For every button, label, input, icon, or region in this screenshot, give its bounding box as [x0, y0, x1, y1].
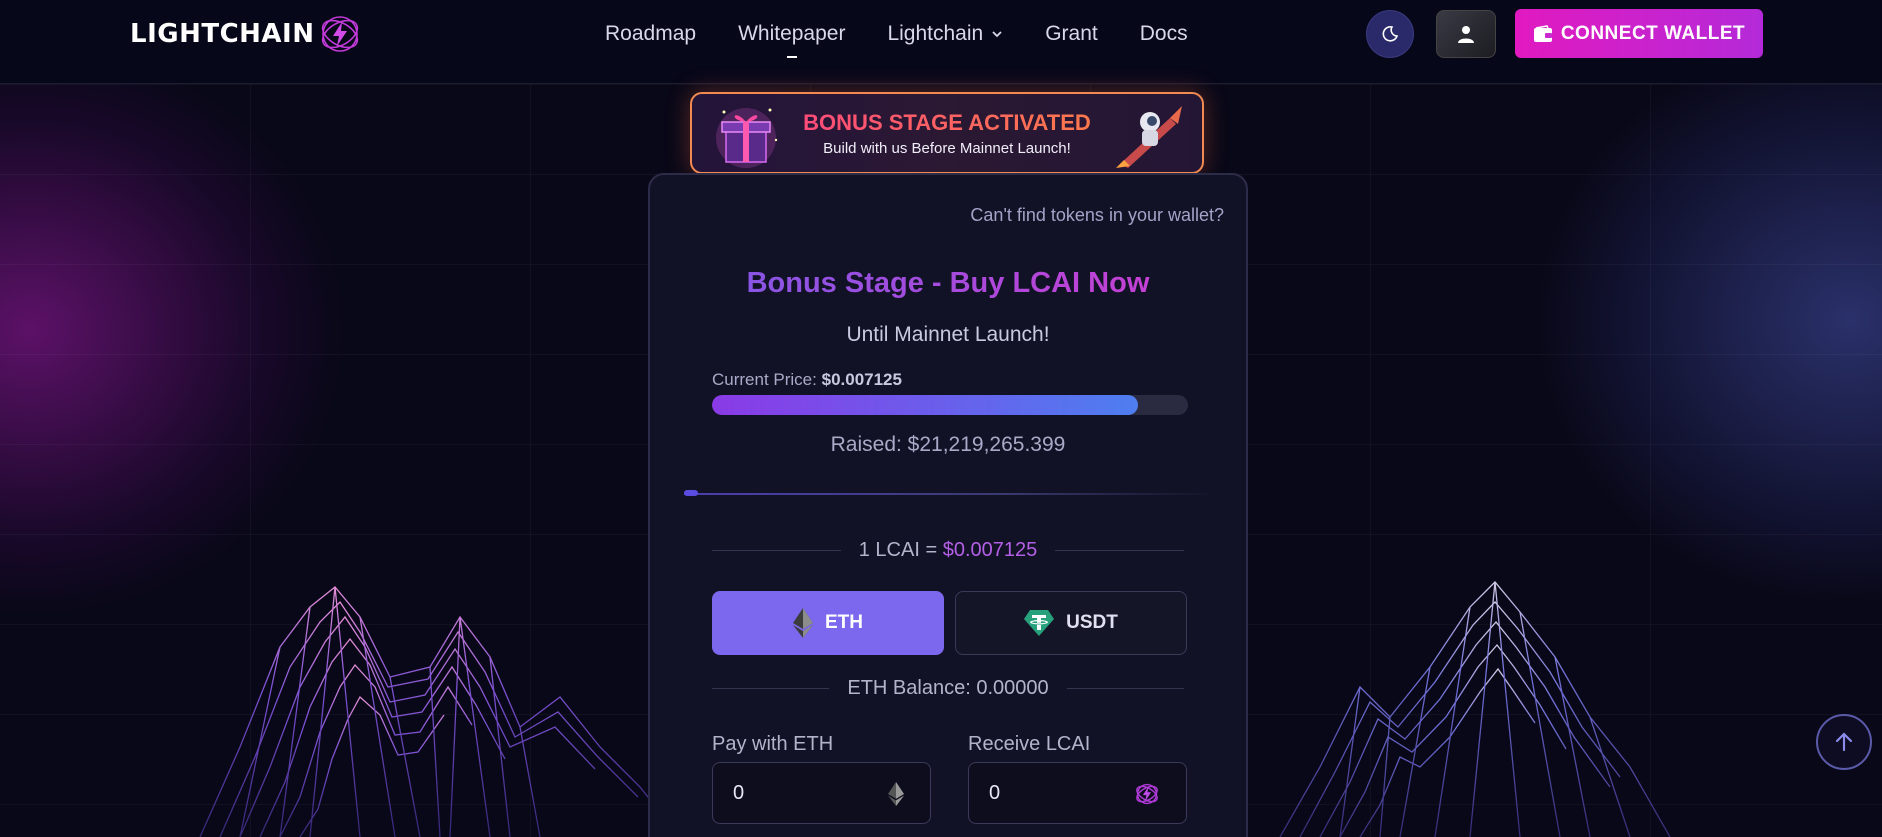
nav-roadmap-label: Roadmap — [605, 22, 697, 45]
token-usdt-label: USDT — [1066, 612, 1118, 633]
balance-line-right — [1066, 688, 1184, 689]
presale-subtitle: Until Mainnet Launch! — [846, 323, 1050, 346]
nav-lightchain-label: Lightchain — [887, 22, 984, 45]
theme-toggle-button[interactable] — [1366, 10, 1414, 58]
cant-find-tokens-link[interactable]: Can't find tokens in your wallet? — [970, 205, 1224, 226]
pay-amount-input[interactable]: 0 — [712, 762, 931, 824]
eth-icon — [793, 608, 813, 638]
receive-amount-input[interactable]: 0 — [968, 762, 1187, 824]
top-navbar: LIGHTCHAIN Roadmap Whitepaper Lightchain… — [0, 0, 1882, 84]
presale-progress-fill — [712, 395, 1138, 415]
nav-docs[interactable]: Docs — [1119, 0, 1209, 68]
token-eth-label: ETH — [825, 612, 863, 633]
nav-grant[interactable]: Grant — [1024, 0, 1119, 68]
rate-value: $0.007125 — [942, 539, 1038, 561]
nav-grant-label: Grant — [1045, 22, 1098, 45]
pay-with-label: Pay with ETH — [712, 733, 834, 755]
chevron-down-icon — [992, 31, 1002, 38]
main-nav: Roadmap Whitepaper Lightchain Grant Docs — [584, 0, 1209, 68]
presale-progress-bar — [712, 395, 1188, 415]
receive-amount-value: 0 — [989, 781, 1001, 804]
exchange-rate: 1 LCAI = $0.007125 — [712, 539, 1184, 562]
moon-icon — [1382, 26, 1399, 42]
token-usdt-button[interactable]: USDT — [955, 591, 1187, 655]
raised-amount: Raised: $21,219,265.399 — [830, 433, 1066, 456]
wallet-icon — [1533, 24, 1552, 42]
nav-whitepaper-label: Whitepaper — [738, 22, 846, 45]
current-price-label: Current Price: — [712, 370, 817, 389]
page: LIGHTCHAIN Roadmap Whitepaper Lightchain… — [0, 0, 1882, 837]
nav-lightchain-dropdown[interactable]: Lightchain — [866, 0, 1024, 68]
nav-whitepaper[interactable]: Whitepaper — [717, 0, 866, 68]
usdt-icon — [1024, 610, 1055, 636]
connect-wallet-label: CONNECT WALLET — [1560, 22, 1746, 44]
user-profile-button[interactable] — [1436, 10, 1496, 58]
logo[interactable]: LIGHTCHAIN — [130, 12, 362, 56]
rate-line-left — [712, 550, 841, 551]
current-price-value: $0.007125 — [821, 370, 902, 389]
pay-amount-value: 0 — [733, 781, 745, 804]
nav-docs-label: Docs — [1139, 22, 1188, 45]
scroll-to-top-button[interactable] — [1816, 714, 1872, 770]
eth-icon — [888, 782, 904, 806]
presale-card: Can't find tokens in your wallet? Bonus … — [648, 173, 1248, 837]
arrow-up-icon — [1835, 732, 1853, 752]
balance-line-left — [712, 688, 830, 689]
rate-line-right — [1055, 550, 1184, 551]
rate-label: 1 LCAI = — [858, 539, 938, 561]
divider-dot — [684, 490, 698, 496]
connect-wallet-button[interactable]: CONNECT WALLET — [1515, 9, 1763, 58]
eth-balance: ETH Balance: 0.00000 — [712, 677, 1184, 700]
astronaut-rocket-image — [1116, 106, 1182, 168]
divider — [684, 493, 1216, 495]
receive-label: Receive LCAI — [968, 733, 1091, 755]
rate-text: 1 LCAI = $0.007125 — [859, 539, 1038, 562]
presale-title: Bonus Stage - Buy LCAI Now — [650, 267, 1246, 300]
token-eth-button[interactable]: ETH — [712, 591, 944, 655]
current-price: Current Price: $0.007125 — [712, 370, 902, 390]
bonus-stage-banner[interactable]: BONUS STAGE ACTIVATED Build with us Befo… — [690, 92, 1204, 174]
lcai-token-icon — [1136, 783, 1158, 805]
right-mountain-art — [1279, 581, 1671, 837]
lightchain-logo-icon — [322, 16, 359, 52]
eth-balance-text: ETH Balance: 0.00000 — [847, 677, 1049, 699]
user-icon — [1458, 26, 1474, 43]
left-mountain-art — [199, 586, 681, 837]
logo-text: LIGHTCHAIN — [130, 19, 315, 49]
nav-roadmap[interactable]: Roadmap — [584, 0, 717, 68]
